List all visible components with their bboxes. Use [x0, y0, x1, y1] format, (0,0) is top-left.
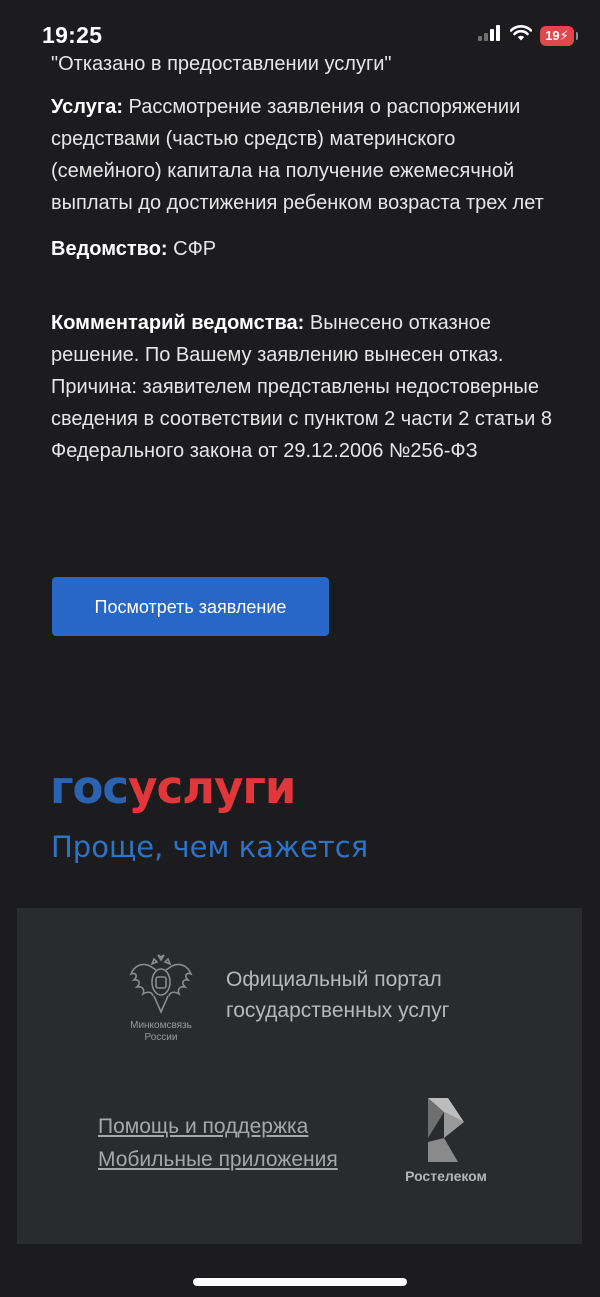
logo-part-uslugi: услуги: [128, 761, 296, 814]
charging-bolt-icon: ⚡: [559, 27, 569, 43]
cellular-signal-icon: [478, 25, 502, 46]
russian-coat-of-arms-icon: [125, 952, 197, 1016]
rostelecom-logo-icon: [401, 1098, 491, 1164]
portal-name: Официальный портал государственных услуг: [226, 968, 450, 1022]
help-support-link[interactable]: Помощь и поддержка: [98, 1110, 338, 1143]
status-text: "Отказано в предоставлении услуги": [51, 53, 392, 75]
home-indicator[interactable]: [193, 1278, 407, 1286]
logo-part-gos: гос: [50, 761, 129, 814]
status-icons: 19 ⚡: [478, 25, 578, 46]
status-time: 19:25: [42, 22, 103, 48]
rostelecom-logo: Ростелеком: [401, 1098, 491, 1184]
gosuslugi-logo[interactable]: госуслуги: [50, 758, 296, 818]
mobile-apps-link[interactable]: Мобильные приложения: [98, 1143, 338, 1176]
comment-info: Комментарий ведомства: Вынесено отказное…: [51, 307, 571, 467]
service-label: Услуга:: [51, 96, 123, 118]
battery-charging-icon: 19 ⚡: [540, 25, 578, 46]
footer-links: Помощь и поддержка Мобильные приложения: [98, 1110, 338, 1176]
comment-value: Вынесено отказное решение. По Вашему зая…: [51, 312, 552, 462]
ministry-emblem: Минкомсвязь России: [125, 952, 197, 1044]
wifi-icon: [509, 25, 533, 46]
battery-level: 19: [545, 28, 560, 43]
department-value: СФР: [173, 238, 217, 260]
brand-tagline: Проще, чем кажется: [51, 830, 369, 864]
view-application-button[interactable]: Посмотреть заявление: [52, 577, 329, 636]
service-info: Услуга: Рассмотрение заявления о распоря…: [51, 91, 571, 219]
department-label: Ведомство:: [51, 238, 168, 260]
ministry-caption: Минкомсвязь России: [130, 1020, 192, 1043]
department-info: Ведомство: СФР: [51, 233, 571, 265]
operator-name: Ростелеком: [405, 1168, 487, 1184]
service-value: Рассмотрение заявления о распоряжении ср…: [51, 96, 544, 214]
comment-label: Комментарий ведомства:: [51, 312, 305, 334]
notice-details: "Отказано в предоставлении услуги" Услуг…: [51, 48, 571, 467]
footer: Минкомсвязь России Официальный портал го…: [17, 908, 582, 1244]
